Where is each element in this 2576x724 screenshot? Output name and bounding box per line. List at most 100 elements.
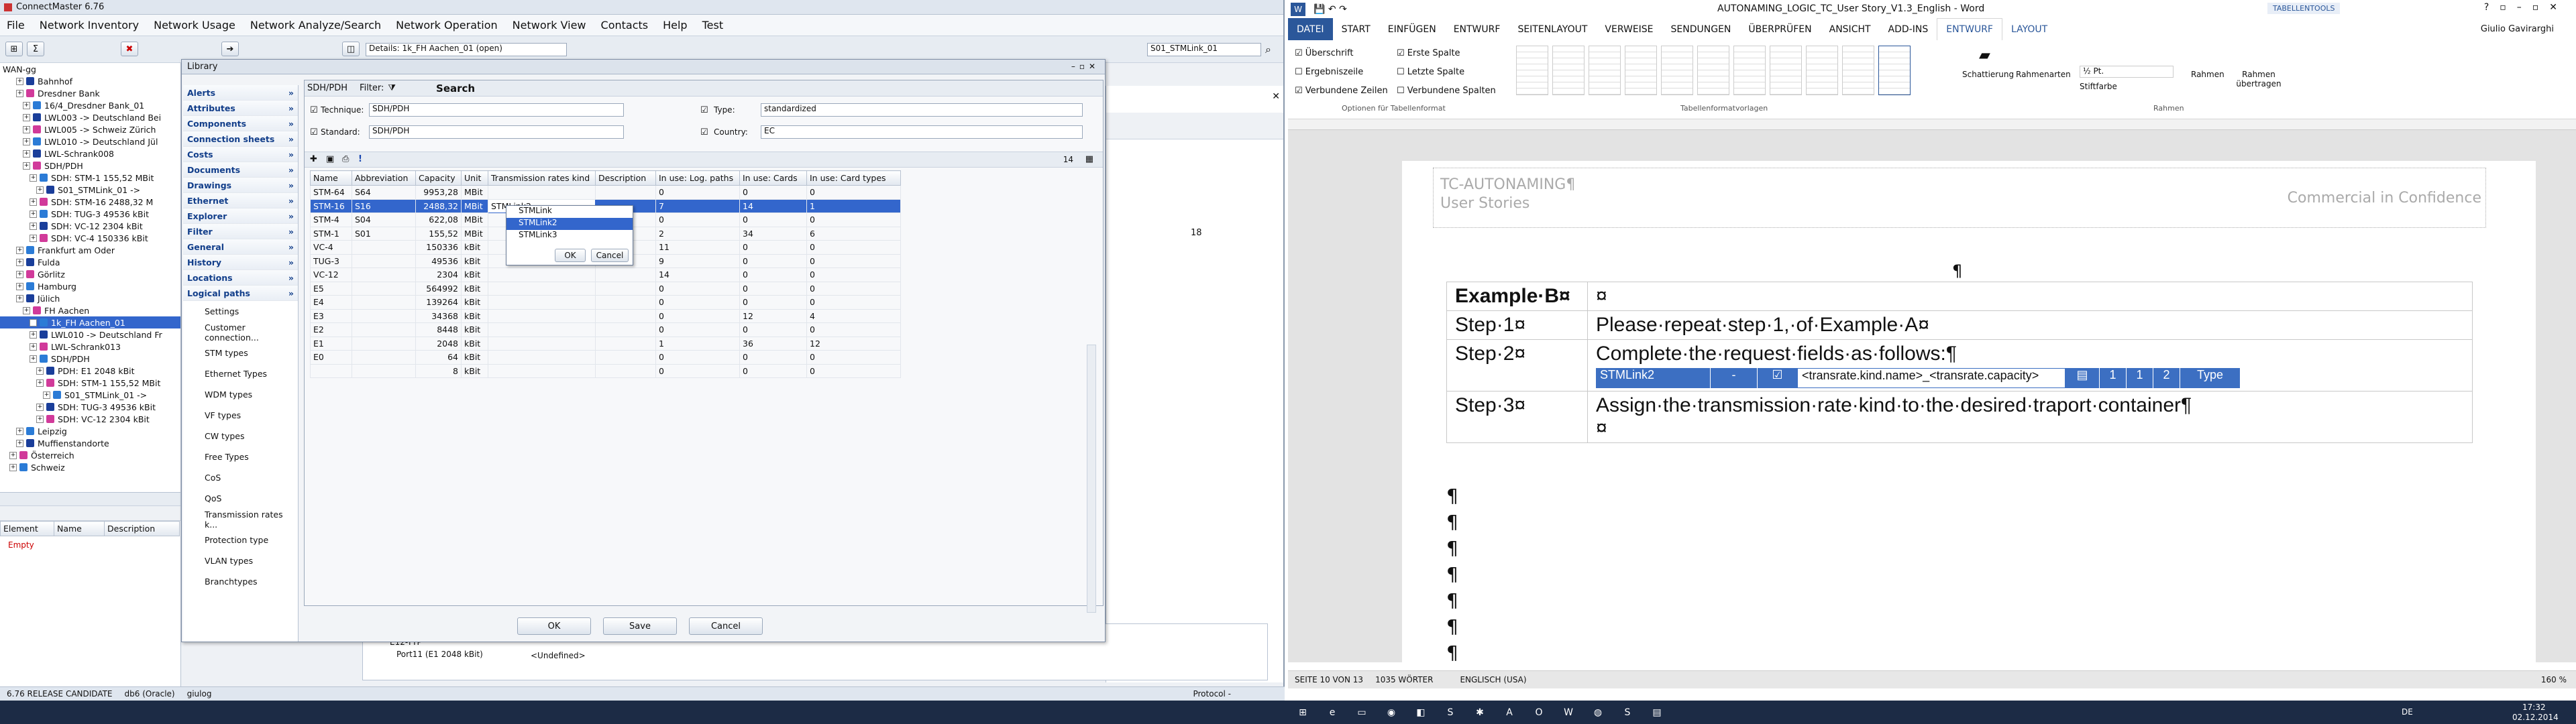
table-cell[interactable]: 0 — [739, 253, 807, 268]
country-check[interactable]: ☑ — [700, 127, 708, 137]
table-cell[interactable]: 0 — [739, 295, 807, 310]
expand-icon[interactable]: + — [30, 210, 37, 218]
tree-item[interactable]: +16/4_Dresdner Bank_01 — [0, 99, 180, 111]
word-count[interactable]: 1035 WÖRTER — [1375, 675, 1433, 684]
tree-item[interactable]: + SDH: VC-4 150336 kBit — [0, 232, 180, 244]
tree-root[interactable]: WAN-gg — [0, 63, 180, 75]
clock-date[interactable]: 02.12.2014 — [2512, 713, 2559, 722]
table-cell[interactable] — [488, 363, 596, 378]
table-cell[interactable] — [352, 295, 416, 310]
table-cell[interactable]: S64 — [352, 185, 416, 200]
tree-item[interactable]: + Fulda — [0, 256, 180, 268]
border-styles-button[interactable]: Rahmenarten — [2016, 70, 2071, 79]
menu-network-operation[interactable]: Network Operation — [396, 19, 498, 32]
table-cell[interactable]: 0 — [739, 281, 807, 296]
expand-icon[interactable]: + — [23, 137, 30, 145]
nav-header[interactable]: Components » — [183, 116, 298, 131]
tool-icon[interactable]: ✱ — [1465, 701, 1495, 724]
tree-item[interactable]: + Hamburg — [0, 280, 180, 292]
table-cell[interactable]: 14 — [739, 198, 807, 213]
table-cell[interactable]: kBit — [461, 240, 488, 255]
expand-icon[interactable]: + — [16, 282, 23, 290]
tab-ueberpruefen[interactable]: ÜBERPRÜFEN — [1739, 18, 1820, 40]
table-cell[interactable] — [352, 308, 416, 323]
table-cell[interactable]: STM-1 — [310, 226, 352, 241]
nav-item[interactable]: WDM types — [183, 384, 298, 405]
tree-item[interactable]: + SDH/PDH — [0, 160, 180, 172]
table-cell[interactable] — [352, 281, 416, 296]
chrome-icon[interactable]: ◉ — [1377, 701, 1406, 724]
table-cell[interactable]: 0 — [655, 295, 740, 310]
pen-weight-select[interactable]: ½ Pt. — [2080, 66, 2174, 78]
table-cell[interactable]: 0 — [806, 240, 901, 255]
table-cell[interactable]: 11 — [655, 240, 740, 255]
info-icon[interactable]: ! — [358, 154, 362, 164]
table-cell[interactable]: kBit — [461, 281, 488, 296]
expand-icon[interactable]: + — [16, 77, 23, 85]
tab-add-ins[interactable]: ADD-INS — [1880, 18, 1937, 40]
table-cell[interactable]: 8 — [415, 363, 462, 378]
tree-item[interactable]: + SDH: TUG-3 49536 kBit — [0, 208, 180, 220]
table-cell[interactable]: 36 — [739, 336, 807, 351]
tree-item[interactable]: + Frankfurt am Oder — [0, 244, 180, 256]
table-cell[interactable]: 2048 — [415, 336, 462, 351]
check-erste-spalte[interactable]: ☑ Erste Spalte — [1397, 44, 1496, 63]
misc-icon[interactable]: ▤ — [1642, 701, 1672, 724]
user-name[interactable]: Giulio Gavirarghi — [2472, 18, 2563, 40]
expand-icon[interactable]: + — [36, 379, 44, 387]
dropdown-option-selected[interactable]: STMLink2 — [506, 218, 633, 230]
table-cell[interactable] — [488, 322, 596, 337]
table-cell[interactable]: 0 — [655, 363, 740, 378]
explorer-icon[interactable]: ▭ — [1347, 701, 1377, 724]
table-cell[interactable]: 0 — [655, 281, 740, 296]
standard-field[interactable]: SDH/PDH — [369, 125, 624, 139]
table-cell[interactable] — [595, 308, 656, 323]
expand-icon[interactable]: + — [23, 125, 30, 133]
table-row[interactable]: VC-12 2304 kBit 14 0 0 — [310, 267, 901, 282]
details-field[interactable]: Details: 1k_FH Aachen_01 (open) — [366, 43, 567, 56]
expand-icon[interactable]: + — [16, 294, 23, 302]
sigma-icon[interactable]: Σ — [27, 42, 44, 56]
skype-icon[interactable]: S — [1436, 701, 1465, 724]
expand-icon[interactable]: + — [23, 101, 30, 109]
zoom-level[interactable]: 160 % — [2541, 675, 2567, 684]
expand-icon[interactable]: + — [30, 343, 37, 351]
tree-item[interactable]: + SDH: STM-1 155,52 MBit — [0, 377, 180, 389]
table-cell[interactable] — [595, 267, 656, 282]
table-cell[interactable]: 622,08 — [415, 213, 462, 227]
cell-step2-text[interactable]: Complete·the·request·fields·as·follows:¶… — [1587, 339, 2473, 391]
tree-item[interactable]: + SDH: TUG-3 49536 kBit — [0, 401, 180, 413]
tab-einfuegen[interactable]: EINFÜGEN — [1379, 18, 1445, 40]
table-cell[interactable]: kBit — [461, 253, 488, 268]
nav-item[interactable]: Ethernet Types — [183, 363, 298, 384]
table-cell[interactable]: 8448 — [415, 322, 462, 337]
dropdown-cancel-button[interactable]: Cancel — [591, 249, 629, 262]
table-cell[interactable]: 0 — [806, 281, 901, 296]
skype2-icon[interactable]: S — [1613, 701, 1642, 724]
tab-entwurf[interactable]: ENTWURF — [1445, 18, 1509, 40]
nav-item[interactable]: CW types — [183, 426, 298, 446]
nav-header[interactable]: Explorer » — [183, 208, 298, 224]
nav-header[interactable]: Documents » — [183, 162, 298, 178]
type-select[interactable]: standardized — [761, 103, 1083, 117]
table-cell[interactable]: 564992 — [415, 281, 462, 296]
nav-item[interactable]: Protection type — [183, 530, 298, 550]
tree-item[interactable]: + S01_STMLink_01 -> — [0, 389, 180, 401]
nav-header[interactable]: General » — [183, 239, 298, 255]
column-header[interactable]: Description — [595, 170, 656, 186]
menu-help[interactable]: Help — [663, 19, 687, 32]
tree-item[interactable]: + SDH: VC-12 2304 kBit — [0, 220, 180, 232]
table-cell[interactable] — [310, 363, 352, 378]
table-cell[interactable]: E5 — [310, 281, 352, 296]
start-icon[interactable]: ⊞ — [1288, 701, 1318, 724]
tree-item[interactable]: + LWL003 -> Deutschland Bei — [0, 111, 180, 123]
table-cell[interactable] — [352, 253, 416, 268]
inner-icon[interactable]: ▤ — [2065, 368, 2099, 388]
word-task-icon[interactable]: W — [1554, 701, 1583, 724]
table-cell[interactable]: 0 — [655, 213, 740, 227]
table-style-swatch[interactable] — [1842, 46, 1874, 95]
menu-test[interactable]: Test — [702, 19, 724, 32]
expand-icon[interactable]: + — [30, 330, 37, 339]
table-cell[interactable] — [488, 308, 596, 323]
expand-icon[interactable]: + — [9, 463, 17, 471]
